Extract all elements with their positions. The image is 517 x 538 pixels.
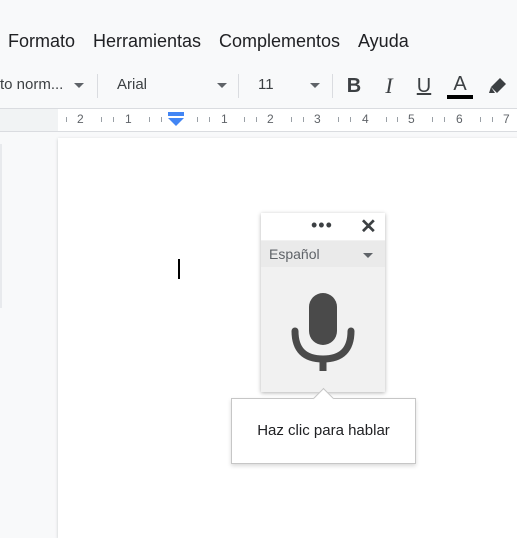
highlighter-icon[interactable] xyxy=(484,72,512,100)
ruler-tick xyxy=(303,117,304,122)
ruler-tick xyxy=(397,117,398,122)
chevron-down-icon xyxy=(74,83,84,88)
ruler-tick xyxy=(209,117,210,122)
font-value: Arial xyxy=(117,76,148,93)
tooltip-text: Haz clic para hablar xyxy=(257,422,390,439)
ruler-label: 2 xyxy=(77,112,84,126)
menu-bar: Formato Herramientas Complementos Ayuda xyxy=(0,0,517,66)
ruler-tick xyxy=(161,117,162,122)
font-size-value: 11 xyxy=(258,76,274,93)
side-panel-edge xyxy=(0,144,2,308)
bold-button[interactable]: B xyxy=(340,72,368,100)
menu-formato[interactable]: Formato xyxy=(8,30,75,52)
ruler-label: 1 xyxy=(125,112,132,126)
ruler-tick xyxy=(113,117,114,122)
chevron-down-icon xyxy=(310,83,320,88)
voice-typing-widget: ••• ✕ Español xyxy=(261,213,385,392)
paragraph-style-value: to norm... xyxy=(0,76,64,93)
toolbar: to norm... Arial 11 B I U A xyxy=(0,66,517,106)
toolbar-divider xyxy=(332,74,333,98)
ruler-tick xyxy=(244,117,245,122)
ruler-tick xyxy=(149,117,150,122)
ruler-tick xyxy=(444,117,445,122)
ruler-tick xyxy=(492,117,493,122)
ruler-tick xyxy=(66,117,67,122)
ruler-label: 5 xyxy=(408,112,415,126)
underline-button[interactable]: U xyxy=(410,72,438,100)
ruler-label: 4 xyxy=(362,112,369,126)
text-color-button[interactable]: A xyxy=(446,70,474,98)
ruler-margin-area xyxy=(0,109,58,131)
toolbar-divider xyxy=(97,74,98,98)
speak-tooltip: Haz clic para hablar xyxy=(231,387,416,464)
ruler-tick xyxy=(432,117,433,122)
chevron-down-icon xyxy=(363,253,373,258)
ruler-label: 7 xyxy=(503,112,510,126)
ruler-tick xyxy=(256,117,257,122)
text-cursor xyxy=(178,259,180,279)
more-options-icon[interactable]: ••• xyxy=(311,215,333,236)
microphone-icon[interactable] xyxy=(291,293,355,373)
ruler-tick xyxy=(480,117,481,122)
ruler-tick xyxy=(338,117,339,122)
ruler-label: 3 xyxy=(314,112,321,126)
chevron-down-icon xyxy=(217,83,227,88)
menu-ayuda[interactable]: Ayuda xyxy=(358,30,409,52)
ruler-tick xyxy=(101,117,102,122)
toolbar-divider xyxy=(238,74,239,98)
language-select[interactable]: Español xyxy=(261,241,385,267)
ruler-label: 2 xyxy=(267,112,274,126)
ruler-tick xyxy=(197,117,198,122)
ruler-tick xyxy=(350,117,351,122)
voice-widget-header: ••• ✕ xyxy=(261,213,385,240)
ruler-tick xyxy=(291,117,292,122)
ruler-label: 1 xyxy=(221,112,228,126)
menu-complementos[interactable]: Complementos xyxy=(219,30,340,52)
language-value: Español xyxy=(269,246,320,262)
ruler-tick xyxy=(386,117,387,122)
ruler-label: 6 xyxy=(456,112,463,126)
indent-marker-icon[interactable] xyxy=(168,112,184,126)
close-icon[interactable]: ✕ xyxy=(360,216,377,238)
menu-herramientas[interactable]: Herramientas xyxy=(93,30,201,52)
horizontal-ruler[interactable]: 2 1 1 2 3 4 5 6 7 xyxy=(0,108,517,132)
text-color-indicator xyxy=(447,95,473,99)
italic-button[interactable]: I xyxy=(375,72,403,100)
